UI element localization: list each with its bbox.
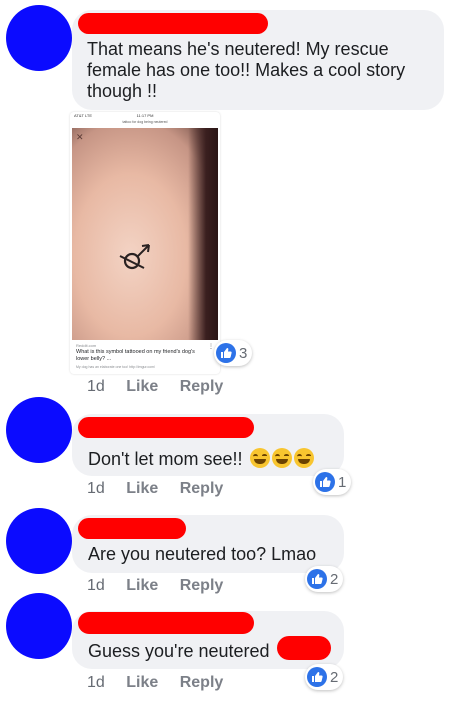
reaction-count-badge[interactable]: 1 <box>313 469 352 495</box>
reaction-count: 2 <box>330 668 339 686</box>
like-button[interactable]: Like <box>126 480 158 497</box>
comment-actions: 1d Like Reply <box>87 480 240 498</box>
laughing-emoji-icon <box>271 448 292 468</box>
redacted-author-name <box>78 13 268 34</box>
link-subtitle: My dog has an elaborate one too! http://… <box>76 365 155 369</box>
avatar[interactable] <box>6 593 72 659</box>
reaction-count-badge[interactable]: 3 <box>214 340 253 366</box>
attached-screenshot[interactable]: AT&T LTE 11:17 PM tattoo for dog being n… <box>70 112 220 374</box>
comment-text-line: though !! <box>87 81 158 101</box>
comment-text-line: That means he's neutered! My rescue <box>87 39 389 59</box>
avatar[interactable] <box>6 397 72 463</box>
reaction-count-badge[interactable]: 2 <box>305 664 344 690</box>
reaction-count: 1 <box>338 473 347 491</box>
like-button[interactable]: Like <box>126 674 158 691</box>
reply-button[interactable]: Reply <box>180 577 224 594</box>
comment-text: Are you neutered too? Lmao <box>88 544 317 564</box>
redacted-text <box>277 636 331 660</box>
reply-button[interactable]: Reply <box>180 378 224 395</box>
reaction-count: 2 <box>330 570 339 588</box>
thumbs-up-icon <box>307 667 327 687</box>
reply-button[interactable]: Reply <box>180 674 224 691</box>
search-query: tattoo for dog being neutered <box>122 120 168 124</box>
neuter-symbol-tattoo <box>119 244 150 270</box>
thumbs-up-icon <box>216 343 236 363</box>
like-button[interactable]: Like <box>126 577 158 594</box>
reply-button[interactable]: Reply <box>180 480 224 497</box>
status-time: 11:17 PM <box>136 113 154 118</box>
timestamp[interactable]: 1d <box>87 378 105 395</box>
comment-text-line: female has one too!! Makes a cool story <box>87 60 406 80</box>
comment-actions: 1d Like Reply <box>87 378 240 396</box>
avatar[interactable] <box>6 5 72 71</box>
more-options-icon[interactable]: ⋮ <box>208 343 214 350</box>
reaction-count-badge[interactable]: 2 <box>305 566 344 592</box>
comment-actions: 1d Like Reply <box>87 577 240 595</box>
comment-actions: 1d Like Reply <box>87 674 240 692</box>
timestamp[interactable]: 1d <box>87 577 105 594</box>
comment-text: Guess you're neutered <box>88 641 270 661</box>
redacted-author-name <box>78 612 254 634</box>
redacted-author-name <box>78 518 186 539</box>
laughing-emoji-icon <box>249 448 270 468</box>
like-button[interactable]: Like <box>126 378 158 395</box>
timestamp[interactable]: 1d <box>87 480 105 497</box>
timestamp[interactable]: 1d <box>87 674 105 691</box>
reaction-count: 3 <box>239 344 248 362</box>
link-title: What is this symbol tattooed on my frien… <box>76 349 195 362</box>
comment-text: Don't let mom see!! <box>88 448 314 470</box>
link-source: Reddit.com <box>76 343 97 348</box>
laughing-emoji-icon <box>293 448 314 468</box>
dog-belly-photo: ✕ <box>72 128 218 340</box>
avatar[interactable] <box>6 508 72 574</box>
thumbs-up-icon <box>315 472 335 492</box>
comment-text-content: Don't let mom see!! <box>88 449 243 469</box>
redacted-author-name <box>78 417 254 438</box>
thumbs-up-icon <box>307 569 327 589</box>
